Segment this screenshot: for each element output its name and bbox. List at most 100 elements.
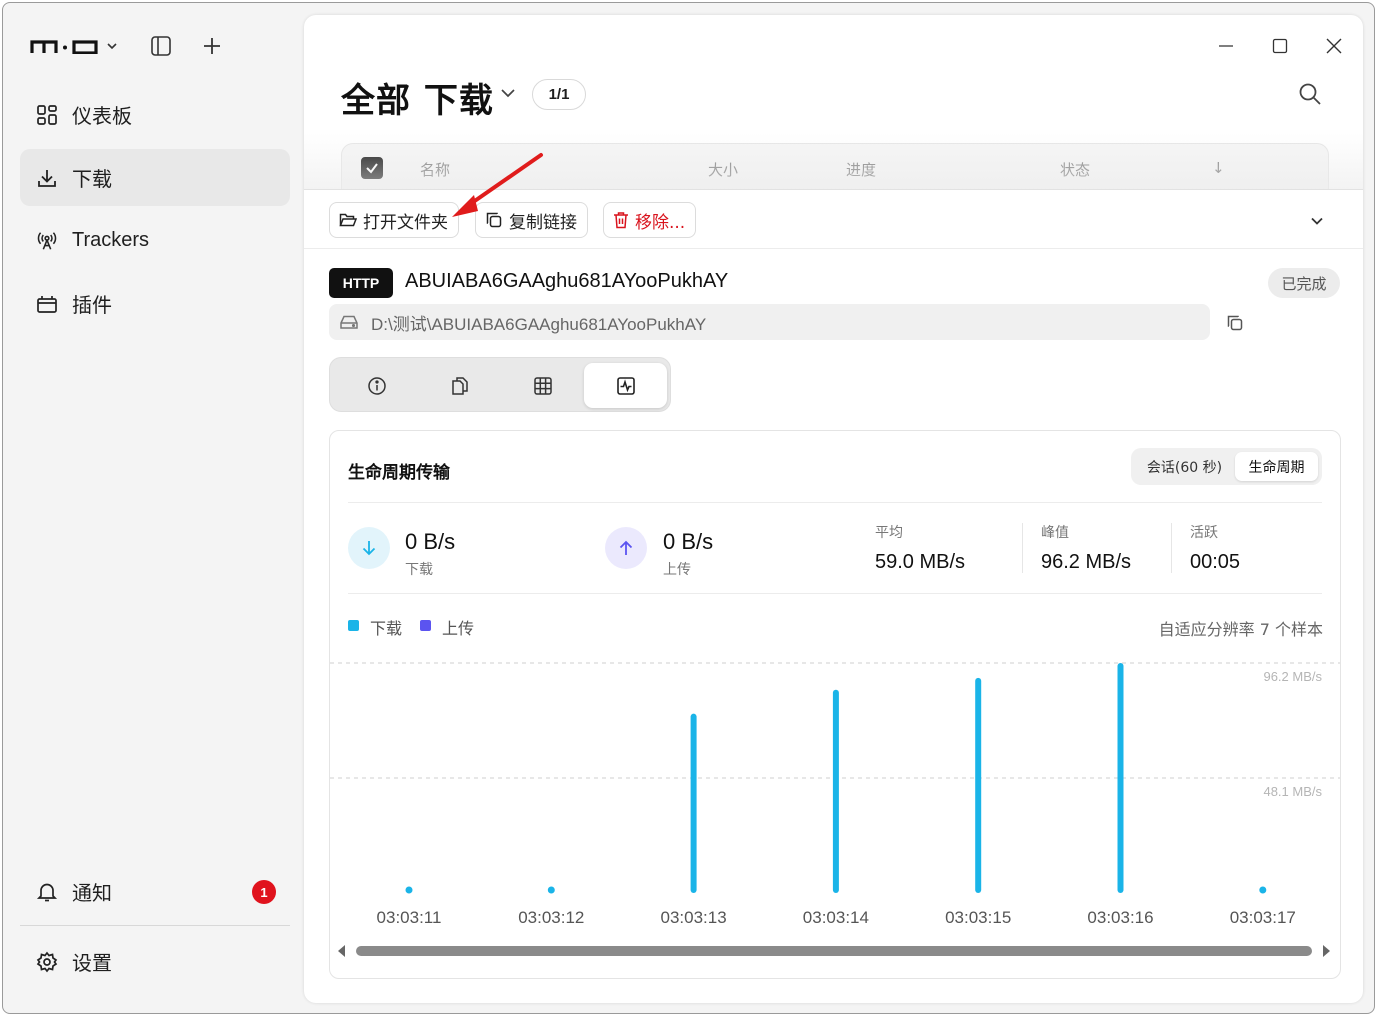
plugin-icon xyxy=(36,293,58,315)
active-label: 活跃 xyxy=(1190,525,1218,541)
legend-download-label: 下载 xyxy=(370,619,403,638)
notifications-row[interactable]: 通知 xyxy=(20,863,290,920)
scroll-right-icon[interactable] xyxy=(1322,944,1332,958)
x-tick-label: 03:03:15 xyxy=(945,908,1011,927)
transfer-chart: 96.2 MB/s 48.1 MB/s 03:03:11 03:03:12 03:03:… xyxy=(330,662,1340,927)
transfer-card: 生命周期传输 会话(60 秒) 生命周期 0 B/s 下载 0 B/s 上传 平… xyxy=(329,430,1341,979)
y-tick-label: 48.1 MB/s xyxy=(1263,784,1322,799)
card-divider xyxy=(348,502,1322,503)
settings-label: 设置 xyxy=(72,951,112,975)
antenna-icon xyxy=(36,230,58,252)
range-session-button[interactable]: 会话(60 秒) xyxy=(1136,452,1233,481)
x-tick-label: 03:03:13 xyxy=(661,908,727,927)
upload-rate-label: 上传 xyxy=(663,562,691,578)
range-lifetime-button[interactable]: 生命周期 xyxy=(1235,452,1318,481)
x-tick-label: 03:03:17 xyxy=(1230,908,1296,927)
card-divider xyxy=(348,593,1322,594)
open-folder-label: 打开文件夹 xyxy=(363,212,448,233)
scrollbar-thumb[interactable] xyxy=(356,946,1312,956)
activity-icon xyxy=(616,376,636,396)
y-tick-label: 96.2 MB/s xyxy=(1263,669,1322,684)
stat-separator xyxy=(1022,523,1023,573)
sidebar-item-label: Trackers xyxy=(72,229,150,251)
tab-activity[interactable] xyxy=(584,363,667,408)
sidebar-item-dashboard[interactable]: 仪表板 xyxy=(20,86,290,143)
download-icon xyxy=(36,167,58,189)
chevron-down-icon[interactable] xyxy=(106,40,118,52)
stat-separator xyxy=(1171,523,1172,573)
tab-files[interactable] xyxy=(418,363,501,408)
info-icon xyxy=(367,376,387,396)
chevron-down-icon[interactable] xyxy=(500,85,516,104)
column-header-status[interactable]: 状态 xyxy=(1060,159,1090,180)
notifications-label: 通知 xyxy=(72,881,112,905)
remove-label: 移除... xyxy=(635,212,686,233)
avg-value: 59.0 MB/s xyxy=(875,551,966,573)
sidebar: 仪表板 下载 Trackers 插件 通知 1 设置 xyxy=(3,3,303,1013)
sidebar-item-notifications[interactable]: 通知 1 xyxy=(20,863,290,920)
download-point[interactable] xyxy=(1259,886,1267,894)
trash-icon xyxy=(613,211,629,229)
column-header-size[interactable]: 大小 xyxy=(708,159,738,180)
add-icon[interactable] xyxy=(202,36,222,56)
tab-info[interactable] xyxy=(335,363,418,408)
minimize-button[interactable] xyxy=(1206,33,1246,59)
sidebar-item-label: 插件 xyxy=(72,293,112,317)
x-tick-label: 03:03:12 xyxy=(518,908,584,927)
close-button[interactable] xyxy=(1314,33,1354,59)
column-header-progress[interactable]: 进度 xyxy=(846,159,876,180)
file-path-field[interactable]: D:\测试\ABUIABA6GAAghu681AYooPukhAY xyxy=(329,304,1210,340)
settings-row[interactable]: 设置 xyxy=(20,933,290,990)
remove-button[interactable]: 移除... xyxy=(603,202,697,238)
legend-upload-label: 上传 xyxy=(442,619,475,638)
tab-pieces[interactable] xyxy=(501,363,584,408)
legend-download-swatch xyxy=(348,620,359,631)
sidebar-item-settings[interactable]: 设置 xyxy=(20,933,290,990)
chart-scrollbar[interactable] xyxy=(330,936,1340,966)
download-point[interactable] xyxy=(547,886,555,894)
sidebar-item-downloads[interactable]: 下载 xyxy=(20,149,290,206)
sidebar-item-label: 仪表板 xyxy=(72,104,132,128)
chevron-down-icon[interactable] xyxy=(1306,210,1328,232)
main-panel: 全部 下载 1/1 名称 大小 进度 状态 ↓ 打开文件夹 复制链接 移除...… xyxy=(304,15,1363,1003)
x-tick-label: 03:03:14 xyxy=(803,908,869,927)
x-tick-label: 03:03:16 xyxy=(1087,908,1153,927)
peak-label: 峰值 xyxy=(1041,525,1069,541)
maximize-button[interactable] xyxy=(1260,33,1300,59)
column-header-download-speed[interactable]: ↓ xyxy=(1212,159,1225,177)
peak-value: 96.2 MB/s xyxy=(1041,551,1132,573)
copy-path-icon[interactable] xyxy=(1224,312,1246,334)
search-icon[interactable] xyxy=(1296,80,1324,108)
sidebar-toggle-icon[interactable] xyxy=(150,35,172,57)
avg-label: 平均 xyxy=(875,525,903,541)
transfer-title: 生命周期传输 xyxy=(348,463,450,483)
download-rate-icon xyxy=(348,527,390,569)
detail-tabs xyxy=(329,357,671,412)
download-rate-value: 0 B/s xyxy=(405,529,456,554)
scroll-left-icon[interactable] xyxy=(336,944,346,958)
range-toggle: 会话(60 秒) 生命周期 xyxy=(1131,448,1322,485)
sidebar-nav: 仪表板 下载 Trackers 插件 xyxy=(20,86,290,338)
sidebar-item-trackers[interactable]: Trackers xyxy=(20,212,290,269)
select-all-checkbox[interactable] xyxy=(361,157,383,179)
folder-open-icon xyxy=(339,212,357,228)
sample-note: 自适应分辨率 7 个样本 xyxy=(1158,620,1323,639)
logo-row xyxy=(30,31,222,61)
app-window: 仪表板 下载 Trackers 插件 通知 1 设置 全部 下载 1/1 名称 … xyxy=(2,2,1375,1014)
download-count-badge: 1/1 xyxy=(532,79,586,110)
download-point[interactable] xyxy=(405,886,413,894)
sidebar-item-label: 下载 xyxy=(72,167,112,191)
app-logo[interactable] xyxy=(30,38,102,54)
active-value: 00:05 xyxy=(1190,551,1241,573)
upload-rate-icon xyxy=(605,527,647,569)
dashboard-icon xyxy=(36,104,58,126)
file-path-text: D:\测试\ABUIABA6GAAghu681AYooPukhAY xyxy=(371,314,707,334)
sidebar-item-plugins[interactable]: 插件 xyxy=(20,275,290,332)
bell-icon xyxy=(36,881,58,903)
pieces-icon xyxy=(533,376,553,396)
legend-upload-swatch xyxy=(420,620,431,631)
sidebar-divider xyxy=(20,925,290,926)
open-folder-button[interactable]: 打开文件夹 xyxy=(329,202,459,238)
page-title[interactable]: 全部 下载 xyxy=(341,73,494,122)
drive-icon xyxy=(339,314,359,330)
